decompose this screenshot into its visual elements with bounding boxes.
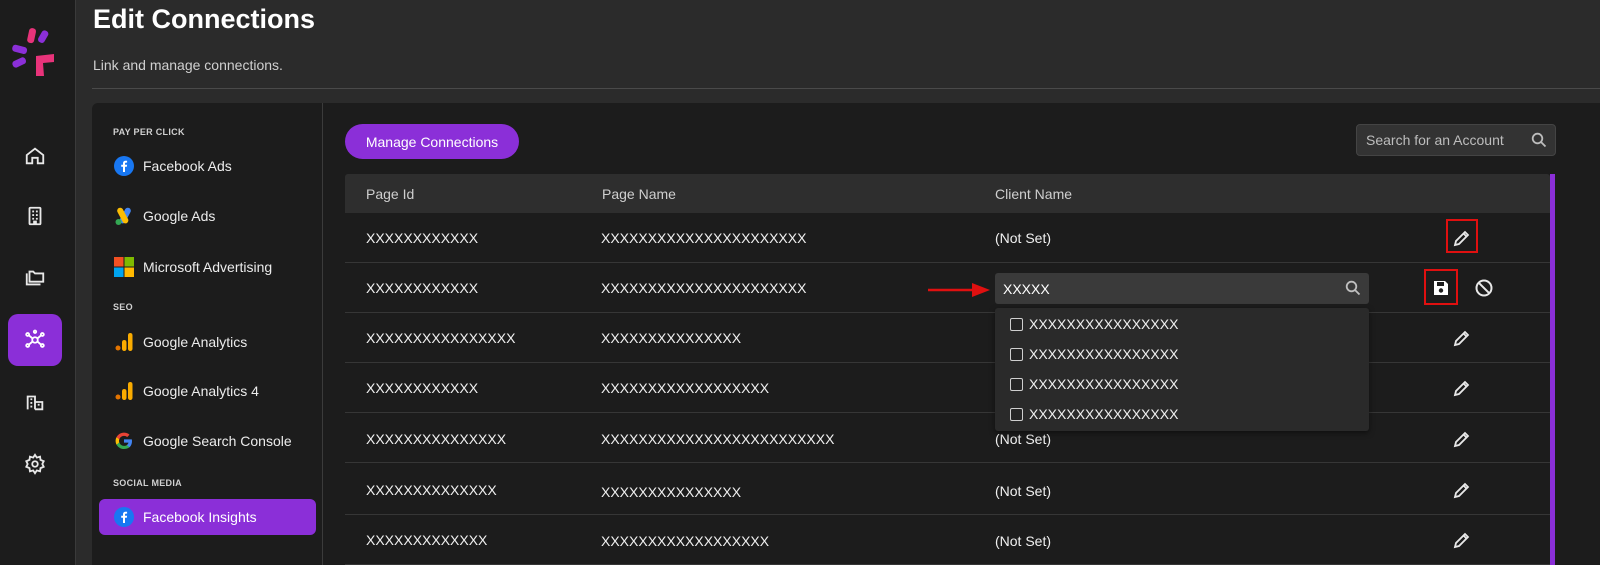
search-placeholder: Search for an Account [1366,132,1504,148]
cell-page-name: XXXXXXXXXXXXXXXXXXXXXX [601,280,807,296]
client-name-input[interactable]: XXXXX [995,273,1369,304]
client-option[interactable]: XXXXXXXXXXXXXXXX [1010,316,1178,332]
cell-client-name: (Not Set) [995,483,1052,499]
client-input-value: XXXXX [1003,280,1050,297]
nav-item-facebook-insights[interactable]: Facebook Insights [99,499,316,535]
client-option[interactable]: XXXXXXXXXXXXXXXX [1010,346,1178,362]
nav-item-label: Google Analytics 4 [143,383,259,399]
cell-page-name: XXXXXXXXXXXXXXXXXXXXXX [601,230,807,246]
cancel-icon[interactable] [1474,278,1494,298]
nav-item-microsoft-advertising[interactable]: Microsoft Advertising [99,249,316,285]
facebook-icon [114,156,134,176]
cell-page-name: XXXXXXXXXXXXXXXXXX [601,533,770,549]
cell-page-id: XXXXXXXXXXXX [366,380,479,396]
cell-page-name: XXXXXXXXXXXXXXXXXX [601,380,770,396]
highlight-box [1424,269,1458,305]
cell-page-name: XXXXXXXXXXXXXXX [601,484,742,500]
nav-item-google-analytics[interactable]: Google Analytics [99,324,316,360]
pencil-icon[interactable] [1452,530,1472,550]
connections-icon [25,329,45,348]
highlight-box [1446,219,1478,253]
cell-page-name: XXXXXXXXXXXXXXXXXXXXXXXXX [601,431,835,447]
pencil-icon[interactable] [1452,328,1472,348]
rail-home-button[interactable] [8,130,62,182]
cell-page-id: XXXXXXXXXXXXXXXX [366,330,516,346]
option-label: XXXXXXXXXXXXXXXX [1029,316,1179,332]
option-label: XXXXXXXXXXXXXXXX [1029,346,1179,362]
home-icon [25,147,45,165]
nav-item-google-search-console[interactable]: Google Search Console [99,423,316,459]
google-analytics-icon [115,333,133,351]
table-header [345,174,1550,213]
account-search-input[interactable]: Search for an Account [1356,124,1556,156]
left-rail [0,0,76,565]
app-frame: Edit Connections Link and manage connect… [0,0,1600,565]
table-scrollbar[interactable] [1550,174,1555,565]
option-label: XXXXXXXXXXXXXXXX [1029,376,1179,392]
table-row [345,213,1550,263]
option-label: XXXXXXXXXXXXXXXX [1029,406,1179,422]
page-subtitle: Link and manage connections. [93,57,283,73]
search-icon [1345,280,1361,296]
cell-client-name: (Not Set) [995,533,1052,549]
nav-item-google-ads[interactable]: Google Ads [99,198,316,234]
nav-item-label: Facebook Insights [143,509,257,525]
gear-icon [25,453,45,475]
nav-item-label: Facebook Ads [143,158,232,174]
option-checkbox[interactable] [1010,317,1023,331]
rail-folders-button[interactable] [8,252,62,304]
column-header-page-id[interactable]: Page Id [366,186,414,202]
table-row [345,413,1550,463]
nav-item-label: Google Search Console [143,433,292,449]
column-header-page-name[interactable]: Page Name [602,186,676,202]
google-icon [115,432,132,449]
rail-connections-button[interactable] [8,314,62,366]
pencil-icon[interactable] [1452,429,1472,449]
red-arrow-annotation [928,283,990,297]
client-option[interactable]: XXXXXXXXXXXXXXXX [1010,376,1178,392]
google-ads-icon [115,207,131,225]
app-logo [12,28,54,76]
facebook-icon [114,507,134,527]
nav-section-social: SOCIAL MEDIA [113,478,182,488]
option-checkbox[interactable] [1010,347,1023,361]
table-row [345,363,1550,413]
nav-item-label: Google Ads [143,208,216,224]
building-icon [28,206,42,226]
page-title: Edit Connections [93,4,315,34]
cell-page-id: XXXXXXXXXXXXXXX [366,431,507,447]
column-header-client-name[interactable]: Client Name [995,186,1072,202]
client-option[interactable]: XXXXXXXXXXXXXXXX [1010,406,1178,422]
option-checkbox[interactable] [1010,377,1023,391]
nav-item-label: Microsoft Advertising [143,259,273,275]
cell-page-id: XXXXXXXXXXXX [366,230,479,246]
search-icon [1531,132,1547,148]
google-analytics-icon [115,382,133,400]
nav-section-ppc: PAY PER CLICK [113,127,185,137]
nav-section-seo: SEO [113,302,133,312]
cell-page-id: XXXXXXXXXXXXXX [366,482,497,498]
cell-client-name: (Not Set) [995,230,1052,246]
table-row [345,515,1550,565]
pencil-icon[interactable] [1452,378,1472,398]
nav-item-label: Google Analytics [143,334,248,350]
nav-item-facebook-ads[interactable]: Facebook Ads [99,148,316,184]
folders-icon [25,270,45,286]
cell-page-id: XXXXXXXXXXXXX [366,532,488,548]
header-divider [92,88,1600,89]
option-checkbox[interactable] [1010,407,1023,421]
cell-page-id: XXXXXXXXXXXX [366,280,479,296]
microsoft-icon [114,257,134,277]
rail-settings-button[interactable] [8,438,62,490]
manage-connections-button[interactable]: Manage Connections [345,124,519,159]
reports-icon [26,395,44,411]
cell-page-name: XXXXXXXXXXXXXXX [601,330,742,346]
pencil-icon[interactable] [1452,480,1472,500]
rail-building-button[interactable] [8,190,62,242]
nav-item-google-analytics-4[interactable]: Google Analytics 4 [99,373,316,409]
rail-reports-button[interactable] [8,376,62,428]
table-row [345,465,1550,515]
table-row [345,313,1550,363]
cell-client-name: (Not Set) [995,431,1052,447]
